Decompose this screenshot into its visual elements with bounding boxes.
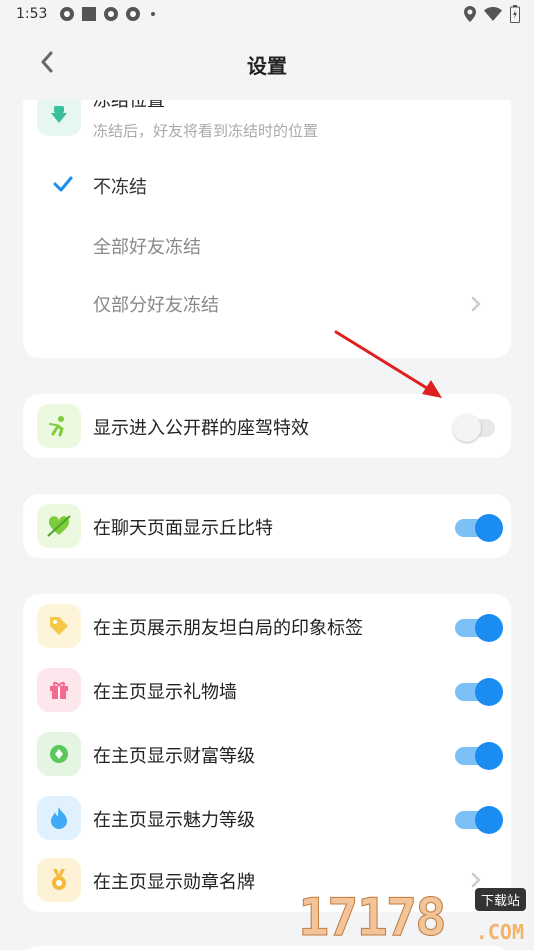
app-notification-icon <box>104 7 119 21</box>
chevron-right-icon <box>471 296 481 312</box>
watermark-suffix: .COM <box>475 920 524 944</box>
medal-nameplate-label: 在主页显示勋章名牌 <box>93 872 255 893</box>
freeze-icon-box <box>37 100 81 136</box>
gift-wall-toggle[interactable] <box>455 676 503 706</box>
page-title: 设置 <box>247 54 287 78</box>
gift-icon-box <box>37 668 81 712</box>
freeze-location-icon <box>51 106 67 123</box>
app-notification-icon <box>126 7 141 21</box>
more-notifications-icon <box>151 12 156 16</box>
check-icon <box>53 176 73 192</box>
medal-icon-box <box>37 858 81 902</box>
public-group-effect-card: 显示进入公开群的座驾特效 <box>23 394 511 458</box>
cupid-label: 在聊天页面显示丘比特 <box>93 518 273 539</box>
freeze-location-subtitle: 冻结后，好友将看到冻结时的位置 <box>93 122 319 140</box>
gift-icon <box>50 682 68 699</box>
profile-display-card: 在主页展示朋友坦白局的印象标签 在主页显示礼物墙 在主页显示财富等级 在主页显示… <box>23 594 511 912</box>
public-group-effect-toggle[interactable] <box>453 412 503 442</box>
impression-tag-toggle[interactable] <box>455 612 503 642</box>
cupid-icon-box <box>37 504 81 548</box>
system-icons <box>464 5 520 23</box>
freeze-option-none[interactable]: 不冻结 <box>23 156 511 214</box>
chevron-right-icon <box>471 872 481 888</box>
impression-tag-row: 在主页展示朋友坦白局的印象标签 <box>23 594 511 658</box>
watermark-logo: 17178 下载站 .COM <box>298 888 528 949</box>
wealth-level-label: 在主页显示财富等级 <box>93 746 255 767</box>
battery-icon <box>510 5 520 23</box>
freeze-location-title: 冻结位置 <box>93 100 165 111</box>
public-group-effect-label: 显示进入公开群的座驾特效 <box>93 418 309 439</box>
wifi-icon <box>484 7 502 21</box>
cupid-heart-icon <box>47 515 71 537</box>
gift-wall-row: 在主页显示礼物墙 <box>23 658 511 722</box>
status-time: 1:53 <box>16 6 48 22</box>
freeze-option-label: 不冻结 <box>93 177 147 198</box>
charm-level-label: 在主页显示魅力等级 <box>93 810 255 831</box>
square-notification-icon <box>82 7 97 21</box>
annotation-arrow <box>334 330 442 398</box>
app-notification-icon <box>60 7 75 21</box>
tag-icon-box <box>37 604 81 648</box>
location-icon <box>464 6 476 22</box>
effect-icon-box <box>37 404 81 448</box>
gift-wall-label: 在主页显示礼物墙 <box>93 682 237 703</box>
cupid-toggle[interactable] <box>455 512 503 542</box>
medal-icon <box>52 869 66 890</box>
status-bar: 1:53 <box>0 0 534 28</box>
charm-icon-box <box>37 796 81 840</box>
flame-icon <box>51 807 67 829</box>
header: 设置 <box>0 28 534 100</box>
impression-tag-label: 在主页展示朋友坦白局的印象标签 <box>93 618 363 639</box>
watermark-tag: 下载站 <box>474 888 526 911</box>
cupid-card: 在聊天页面显示丘比特 <box>23 494 511 558</box>
freeze-location-card: 冻结位置 冻结后，好友将看到冻结时的位置 不冻结 全部好友冻结 仅部分好友冻结 <box>23 100 511 358</box>
watermark-number: 17178 <box>298 888 448 949</box>
settings-list[interactable]: 冻结位置 冻结后，好友将看到冻结时的位置 不冻结 全部好友冻结 仅部分好友冻结 … <box>0 100 534 950</box>
sparkle-runner-icon <box>49 416 64 437</box>
charm-level-row: 在主页显示魅力等级 <box>23 786 511 850</box>
wealth-icon-box <box>37 732 81 776</box>
tag-icon <box>50 617 68 635</box>
wealth-level-row: 在主页显示财富等级 <box>23 722 511 786</box>
notification-icons <box>59 6 156 22</box>
wealth-level-toggle[interactable] <box>455 740 503 770</box>
freeze-option-all[interactable]: 全部好友冻结 <box>23 216 511 274</box>
diamond-icon <box>50 745 68 763</box>
freeze-option-label: 仅部分好友冻结 <box>93 295 219 316</box>
charm-level-toggle[interactable] <box>455 804 503 834</box>
freeze-option-label: 全部好友冻结 <box>93 237 201 258</box>
